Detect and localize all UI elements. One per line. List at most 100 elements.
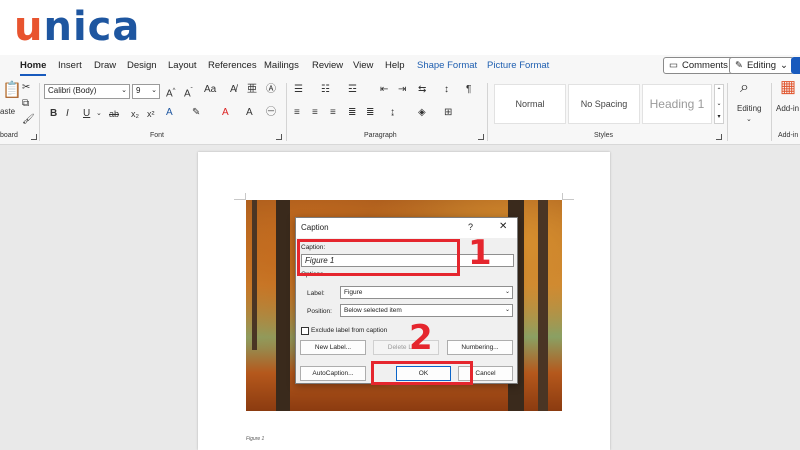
paragraph-launcher-icon[interactable] [478,134,484,140]
chinese-layout-icon[interactable]: ⇆ [418,84,426,96]
step-1-marker: 1 [468,233,492,273]
clear-formatting-icon[interactable]: A̸ [230,84,237,96]
separator [771,83,772,141]
underline-dropdown-icon[interactable]: ⌄ [96,108,102,120]
tab-design[interactable]: Design [127,60,157,71]
find-icon[interactable]: ⌕ [740,80,749,96]
numbering-icon[interactable]: ☷ [321,84,330,96]
margin-mark [562,193,574,200]
styles-group-label: Styles [594,132,614,139]
tab-home[interactable]: Home [20,60,47,76]
text-effects-icon[interactable]: A [166,107,173,119]
share-button[interactable] [791,57,800,74]
tab-review[interactable]: Review [312,60,343,71]
font-name-combo[interactable]: Calibri (Body) ⌄ [44,84,130,99]
italic-icon[interactable]: I [66,108,69,120]
clipboard-launcher-icon[interactable] [31,134,37,140]
tab-mailings[interactable]: Mailings [264,60,299,71]
exclude-label-text[interactable]: Exclude label from caption [311,327,387,334]
tab-help[interactable]: Help [385,60,405,71]
bullets-icon[interactable]: ☰ [294,84,303,96]
subscript-icon[interactable]: x₂ [131,108,139,120]
chevron-down-icon: ⌄ [780,60,788,71]
margin-mark [234,193,246,200]
label-field-label: Label: [307,290,325,297]
help-icon[interactable]: ? [468,222,473,232]
decrease-indent-icon[interactable]: ⇤ [380,84,388,96]
add-ins-group-label: Add-in [778,132,799,139]
multilevel-list-icon[interactable]: ☲ [348,84,357,96]
exclude-label-checkbox[interactable] [301,327,309,335]
line-spacing-icon[interactable]: ↨ [390,107,395,119]
step-2-marker: 2 [409,318,433,358]
styles-gallery-scroll[interactable]: ⌃ ⌄ ▾ [714,84,724,124]
close-icon[interactable]: ✕ [499,221,507,232]
document-figure-caption[interactable]: Figure 1 [246,436,264,442]
character-border-icon[interactable]: Ⓐ [266,84,276,96]
font-launcher-icon[interactable] [276,134,282,140]
tab-picture-format[interactable]: Picture Format [487,60,549,71]
phonetic-guide-icon[interactable]: 亜 [247,84,257,96]
shrink-font-icon[interactable]: Aˇ [184,85,193,100]
separator [727,83,728,141]
separator [487,83,488,141]
label-select[interactable]: Figure ⌄ [340,286,513,299]
tab-shape-format[interactable]: Shape Format [417,60,477,71]
position-select[interactable]: Below selected item ⌄ [340,304,513,317]
tab-insert[interactable]: Insert [58,60,82,71]
style-heading-1[interactable]: Heading 1 [642,84,712,124]
paragraph-group-label: Paragraph [364,132,397,139]
styles-launcher-icon[interactable] [716,134,722,140]
add-ins-icon[interactable]: ▦ [780,78,796,95]
unica-logo: unica [14,4,141,50]
autocaption-button[interactable]: AutoCaption... [300,366,366,381]
style-no-spacing[interactable]: No Spacing [568,84,640,124]
pencil-icon: ✎ [735,60,743,71]
separator [39,83,40,141]
style-normal[interactable]: Normal [494,84,566,124]
font-color-icon[interactable]: A [222,107,229,119]
superscript-icon[interactable]: x² [147,108,155,120]
separator [286,83,287,141]
cut-icon[interactable]: ✂ [22,82,30,94]
paste-label[interactable]: aste [0,106,15,118]
show-marks-icon[interactable]: ¶ [466,84,471,96]
align-left-icon[interactable]: ≡ [294,107,300,119]
underline-icon[interactable]: U [83,108,90,120]
chevron-down-icon: ⌄ [746,116,752,123]
highlight-caption-field [297,239,460,276]
borders-icon[interactable]: ⊞ [444,107,452,119]
add-ins-button-label[interactable]: Add-in [776,103,799,115]
shading-bucket-icon[interactable]: ◈ [418,107,426,119]
brand-header: unica [0,0,800,55]
enclose-characters-icon[interactable]: ㊀ [266,107,276,119]
change-case-icon[interactable]: Aa [204,84,216,96]
tab-references[interactable]: References [208,60,257,71]
highlight-color-icon[interactable]: ✎ [192,107,200,119]
align-center-icon[interactable]: ≡ [312,107,318,119]
format-painter-icon[interactable]: 🖌 [22,114,35,126]
align-right-icon[interactable]: ≡ [330,107,336,119]
bold-icon[interactable]: B [50,108,57,120]
comments-button[interactable]: ▭ Comments [663,57,734,74]
paste-icon[interactable]: 📋 [2,83,22,99]
grow-font-icon[interactable]: A^ [166,85,176,100]
comment-icon: ▭ [669,60,678,71]
distributed-icon[interactable]: ≣ [366,107,374,119]
editing-mode-button[interactable]: ✎ Editing ⌄ [729,57,794,74]
clipboard-group-label: board [0,132,18,139]
font-group-label: Font [150,132,165,139]
font-size-combo[interactable]: 9 ⌄ [132,84,160,99]
numbering-button[interactable]: Numbering... [447,340,513,355]
strikethrough-icon[interactable]: ab [109,108,119,120]
increase-indent-icon[interactable]: ⇥ [398,84,406,96]
highlight-ok-button [371,361,473,385]
new-label-button[interactable]: New Label... [300,340,366,355]
shading-icon[interactable]: A [246,107,253,119]
copy-icon[interactable]: ⧉ [22,98,29,110]
tab-draw[interactable]: Draw [94,60,116,71]
tab-view[interactable]: View [353,60,373,71]
sort-icon[interactable]: ↕ [444,84,449,96]
justify-icon[interactable]: ≣ [348,107,356,119]
tab-layout[interactable]: Layout [168,60,197,71]
